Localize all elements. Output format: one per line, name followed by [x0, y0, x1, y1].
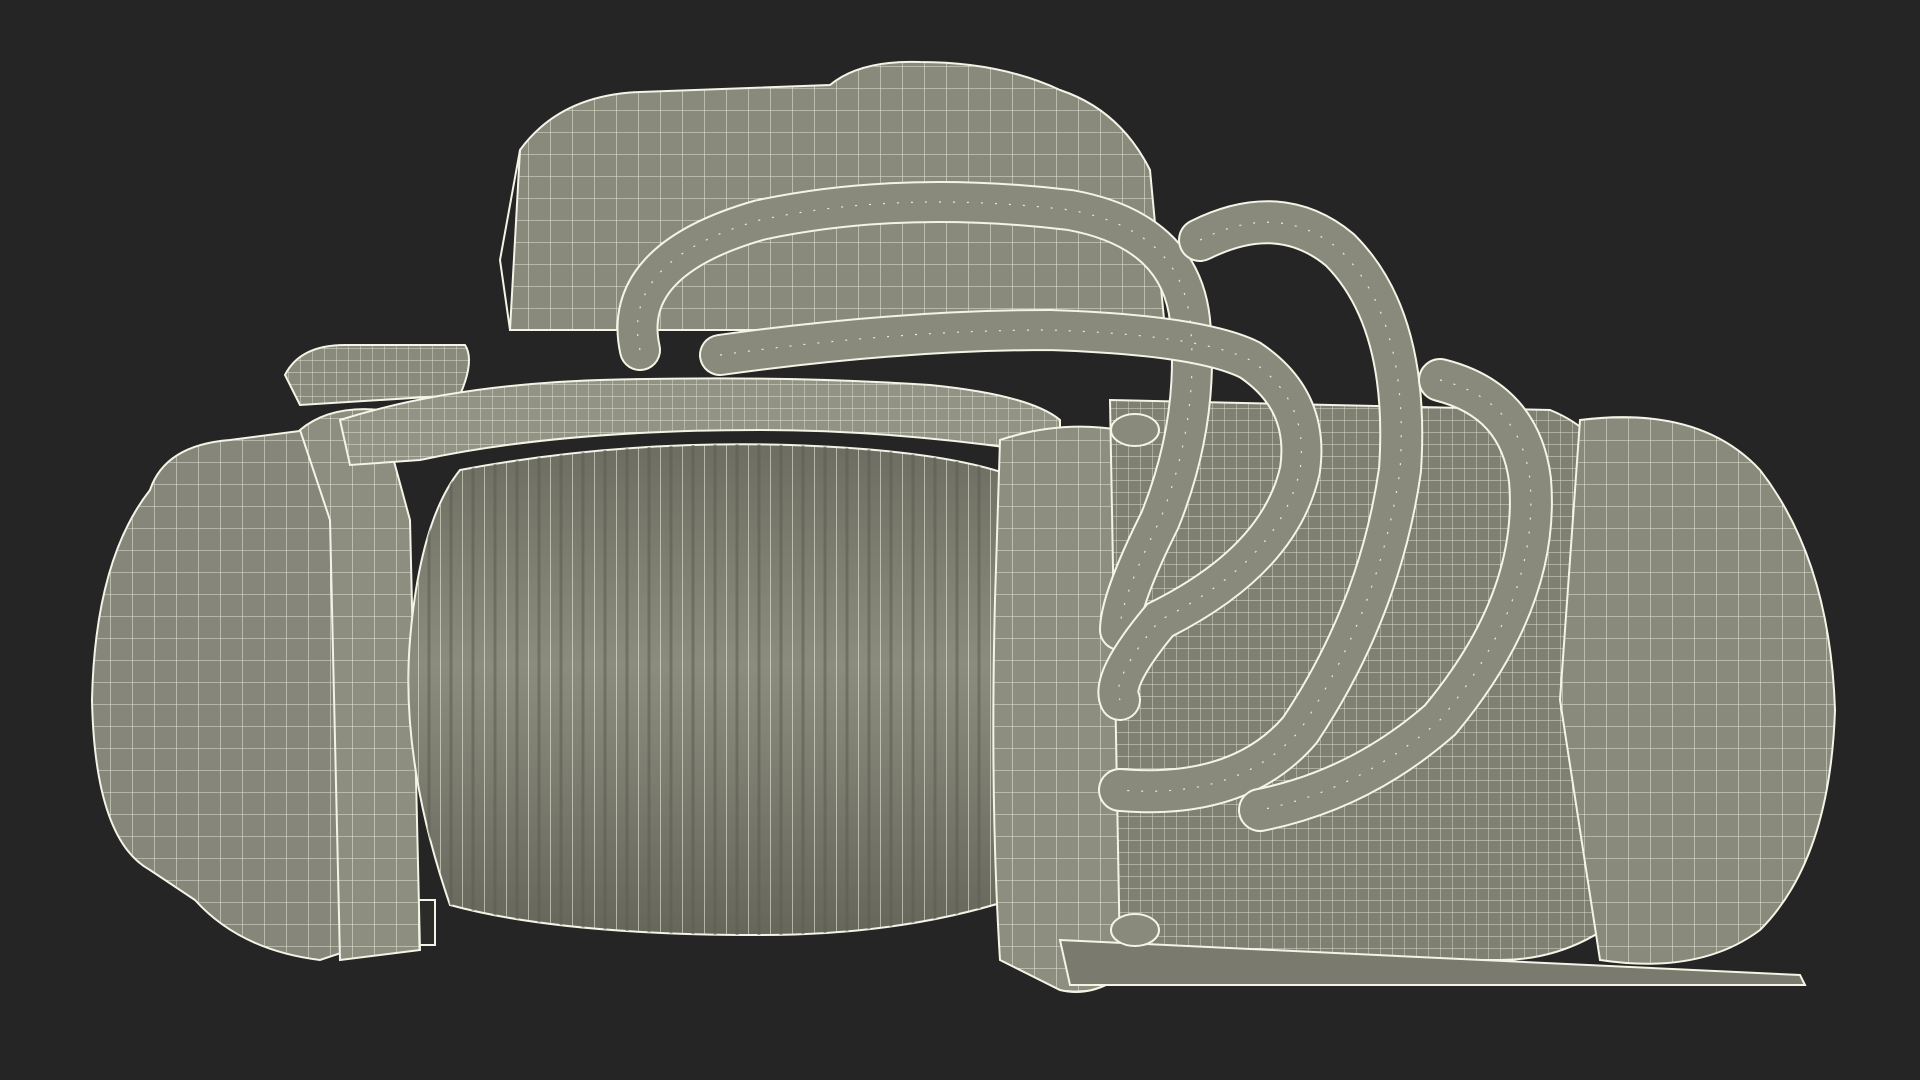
render-viewport	[0, 0, 1920, 1080]
right-end-cap	[1558, 416, 1837, 965]
cable-drum	[407, 443, 1011, 937]
winch-model	[90, 60, 1837, 993]
